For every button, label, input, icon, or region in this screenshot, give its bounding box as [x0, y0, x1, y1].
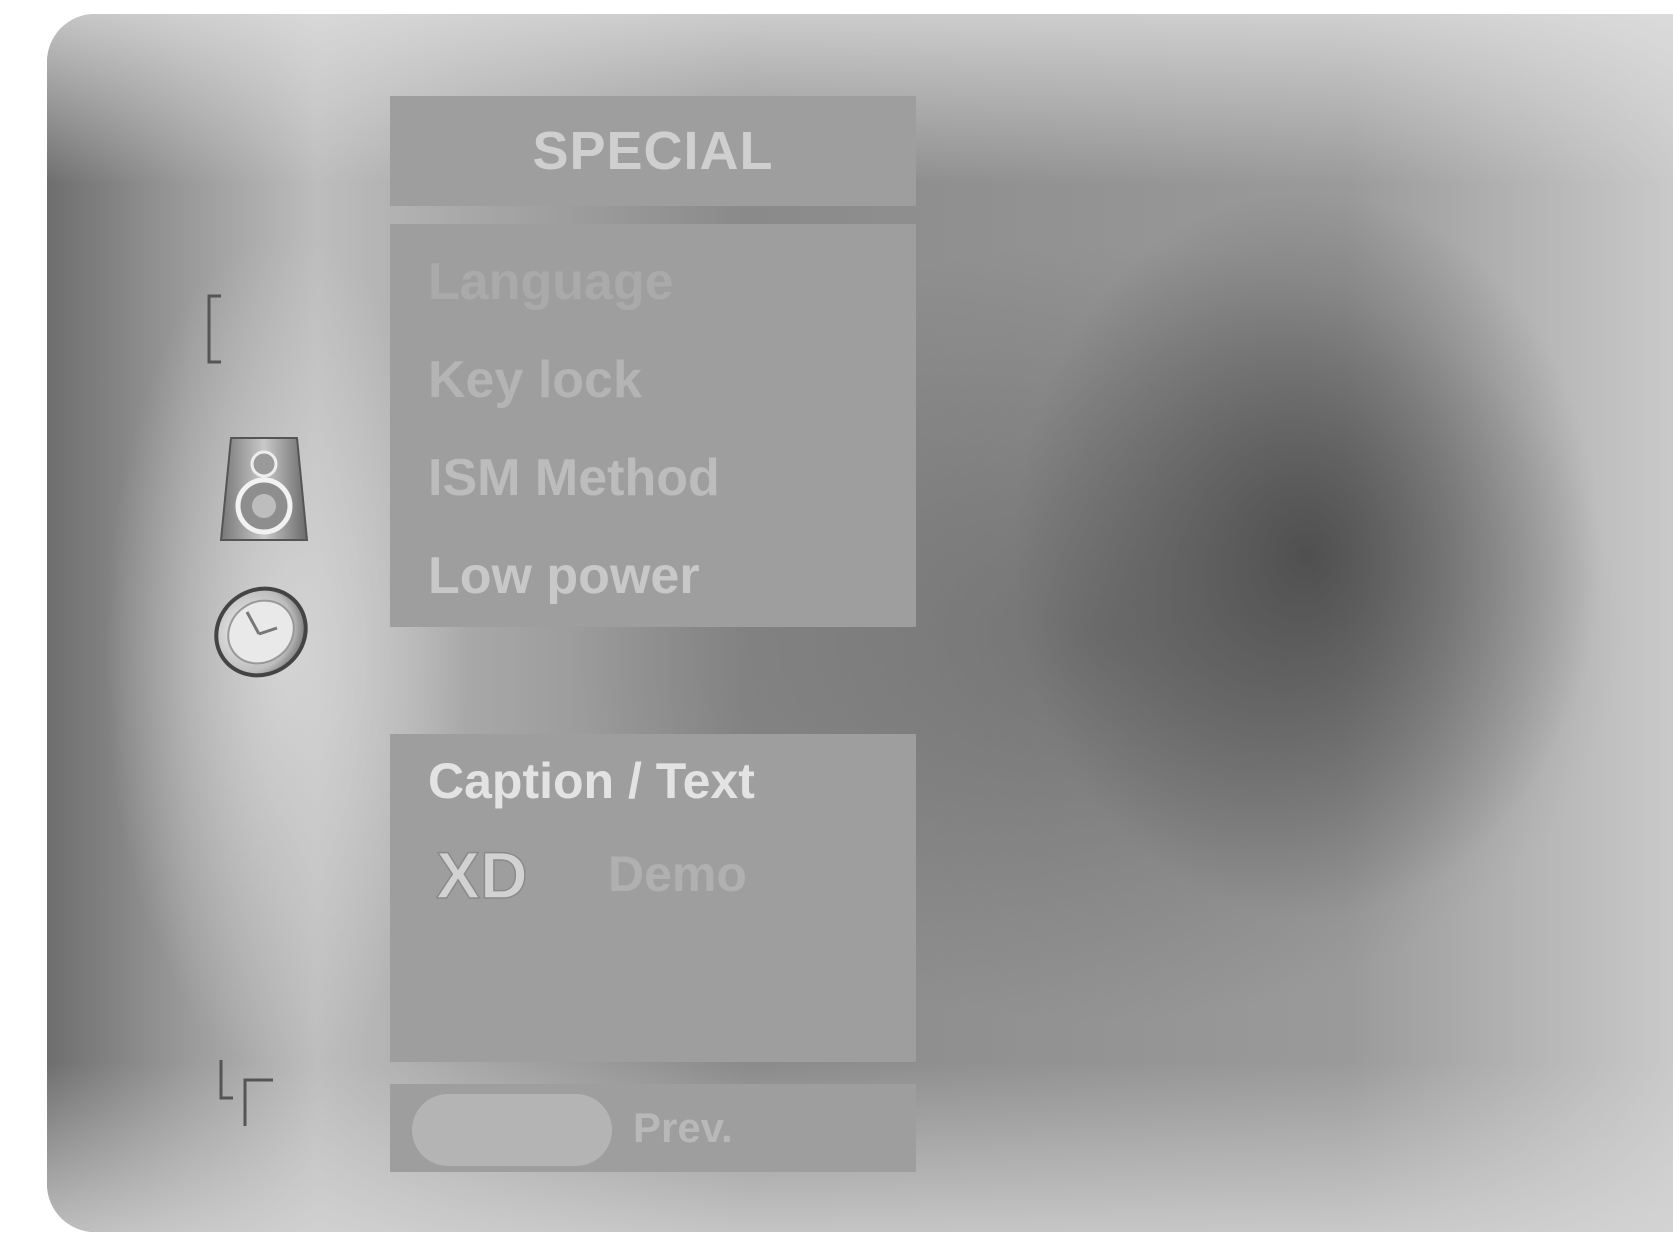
clock-icon[interactable]	[207, 582, 317, 682]
extras-menu-list: Caption / Text XD Demo	[390, 734, 916, 1062]
menu-header: SPECIAL	[390, 96, 916, 206]
menu-item-language[interactable]: Language	[428, 252, 674, 312]
corner-bracket-icon	[217, 1058, 279, 1128]
special-menu-list: Language Key lock ISM Method Low power	[390, 224, 916, 627]
menu-footer: Prev.	[390, 1084, 916, 1172]
menu-item-low-power[interactable]: Low power	[428, 546, 700, 606]
speaker-icon[interactable]	[217, 434, 311, 544]
bracket-icon	[205, 294, 225, 364]
menu-item-xd-demo[interactable]: XD Demo	[436, 844, 747, 904]
prev-label: Prev.	[633, 1104, 733, 1151]
xd-logo-text: XD	[436, 844, 528, 904]
menu-item-caption-text[interactable]: Caption / Text	[428, 752, 755, 810]
osd-screen: SPECIAL Language Key lock ISM Method Low…	[47, 14, 1673, 1232]
menu-item-key-lock[interactable]: Key lock	[428, 350, 642, 410]
prev-button[interactable]	[412, 1094, 612, 1166]
menu-item-ism-method[interactable]: ISM Method	[428, 448, 720, 508]
menu-title: SPECIAL	[532, 121, 774, 181]
xd-demo-label: Demo	[608, 846, 747, 902]
xd-logo: XD	[436, 844, 528, 904]
